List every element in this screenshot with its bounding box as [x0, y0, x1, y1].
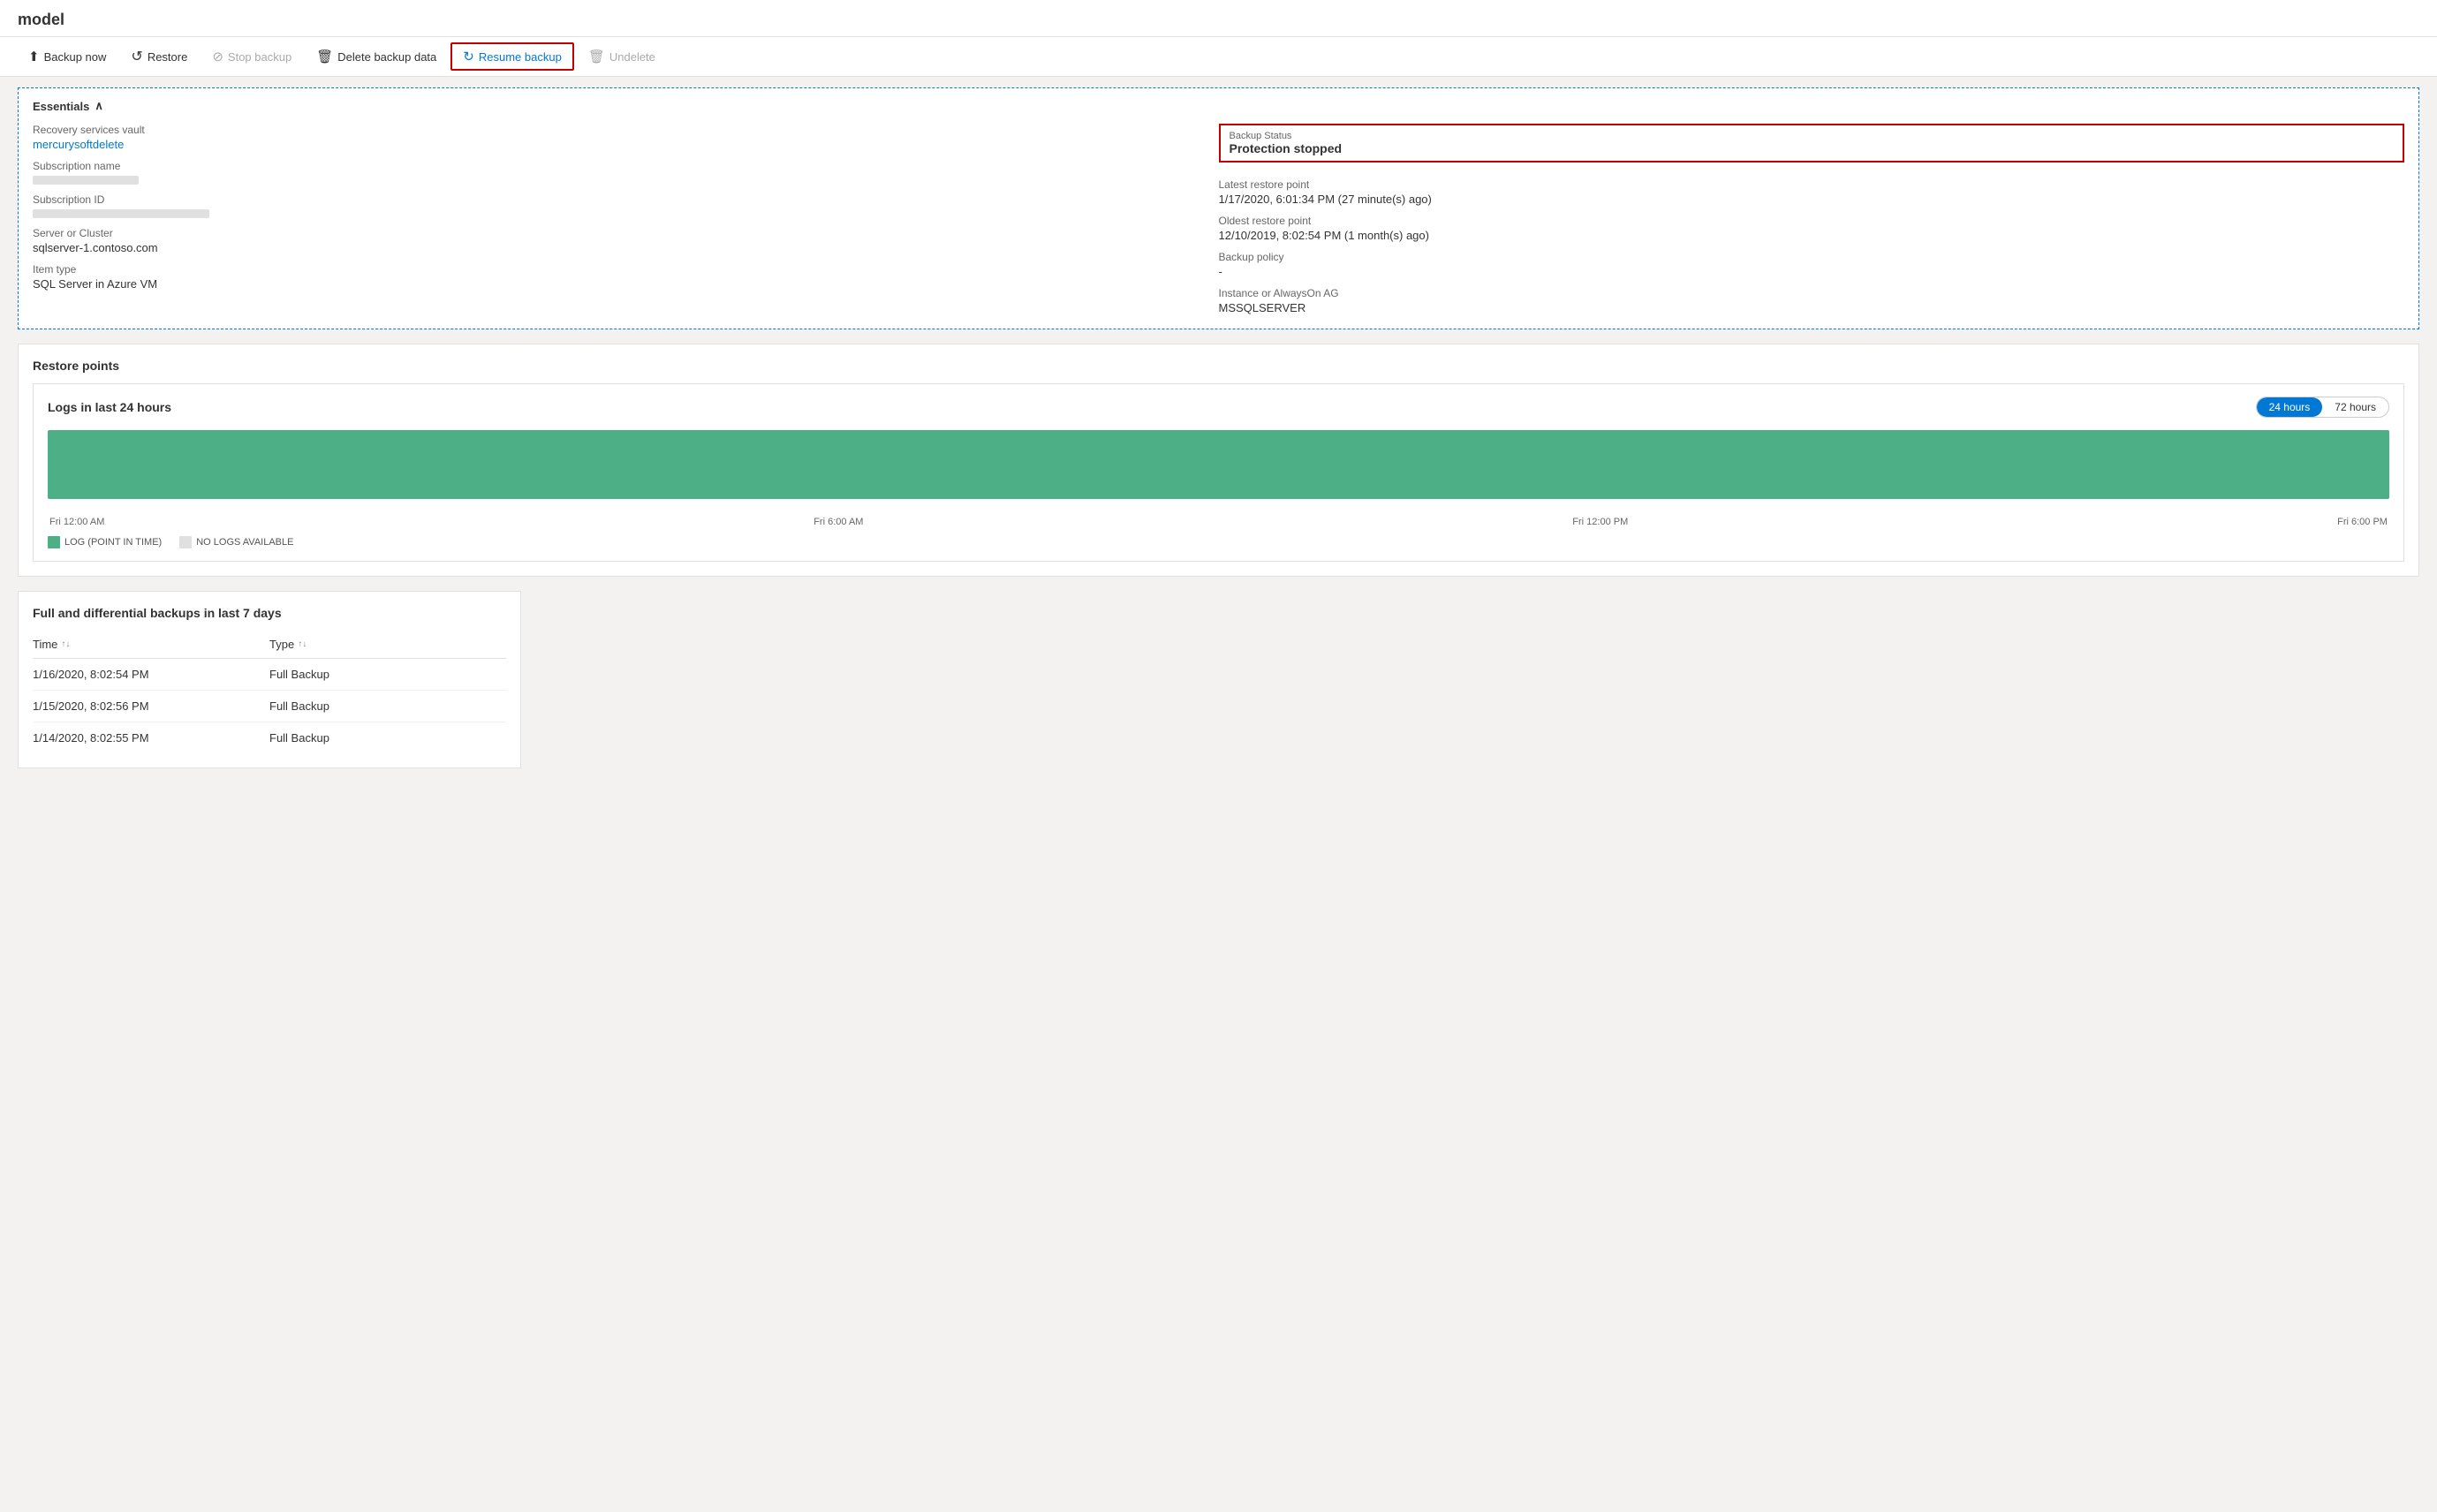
row-0-type: Full Backup	[269, 668, 506, 681]
72-hours-button[interactable]: 72 hours	[2322, 397, 2388, 417]
resume-backup-icon: ↻	[463, 49, 474, 64]
chart-label-2: Fri 12:00 PM	[1572, 517, 1628, 527]
row-2-time: 1/14/2020, 8:02:55 PM	[33, 731, 269, 745]
subscription-name-field: Subscription name	[33, 160, 1219, 185]
row-1-type: Full Backup	[269, 699, 506, 713]
legend-item-log: LOG (POINT IN TIME)	[48, 536, 162, 548]
stop-backup-icon: ⊘	[212, 49, 223, 64]
stop-backup-button[interactable]: ⊘ Stop backup	[201, 44, 302, 69]
legend-color-log	[48, 536, 60, 548]
essentials-section: Essentials ∧ Recovery services vault mer…	[18, 87, 2419, 329]
chart-label-0: Fri 12:00 AM	[49, 517, 104, 527]
table-row: 1/14/2020, 8:02:55 PM Full Backup	[33, 722, 506, 753]
sort-icon-type[interactable]: ↑↓	[298, 639, 307, 649]
col-header-time: Time ↑↓	[33, 638, 269, 651]
chart-label-1: Fri 6:00 AM	[814, 517, 863, 527]
undelete-icon: 🗑	[588, 49, 605, 64]
full-diff-title: Full and differential backups in last 7 …	[33, 606, 506, 620]
subscription-id-field: Subscription ID	[33, 193, 1219, 218]
full-diff-section: Full and differential backups in last 7 …	[18, 591, 521, 768]
chevron-up-icon: ∧	[95, 99, 103, 113]
oldest-restore-field: Oldest restore point 12/10/2019, 8:02:54…	[1219, 215, 2405, 242]
essentials-left: Recovery services vault mercurysoftdelet…	[33, 124, 1219, 314]
resume-backup-button[interactable]: ↻ Resume backup	[450, 42, 574, 71]
undelete-button[interactable]: 🗑 Undelete	[578, 44, 666, 69]
chart-label-3: Fri 6:00 PM	[2337, 517, 2388, 527]
instance-field: Instance or AlwaysOn AG MSSQLSERVER	[1219, 287, 2405, 314]
logs-header: Logs in last 24 hours 24 hours 72 hours	[48, 397, 2389, 418]
backup-now-icon: ⬆	[28, 49, 40, 64]
recovery-vault-link[interactable]: mercurysoftdelete	[33, 138, 1219, 151]
backup-now-button[interactable]: ⬆ Backup now	[18, 44, 117, 69]
24-hours-button[interactable]: 24 hours	[2257, 397, 2323, 417]
server-cluster-field: Server or Cluster sqlserver-1.contoso.co…	[33, 227, 1219, 254]
logs-card: Logs in last 24 hours 24 hours 72 hours …	[33, 383, 2404, 562]
chart-bar	[48, 430, 2389, 499]
table-header: Time ↑↓ Type ↑↓	[33, 631, 506, 659]
col-header-type: Type ↑↓	[269, 638, 506, 651]
row-1-time: 1/15/2020, 8:02:56 PM	[33, 699, 269, 713]
chart-labels: Fri 12:00 AM Fri 6:00 AM Fri 12:00 PM Fr…	[48, 517, 2389, 527]
restore-icon: ↺	[131, 48, 142, 65]
item-type-field: Item type SQL Server in Azure VM	[33, 263, 1219, 291]
recovery-vault-field: Recovery services vault mercurysoftdelet…	[33, 124, 1219, 151]
backup-status-box: Backup Status Protection stopped	[1219, 124, 2405, 163]
subscription-id-placeholder	[33, 209, 209, 218]
main-content: Essentials ∧ Recovery services vault mer…	[0, 87, 2437, 768]
legend-color-nologs	[179, 536, 192, 548]
logs-title: Logs in last 24 hours	[48, 400, 171, 414]
essentials-grid: Recovery services vault mercurysoftdelet…	[33, 124, 2404, 314]
latest-restore-field: Latest restore point 1/17/2020, 6:01:34 …	[1219, 178, 2405, 206]
backup-policy-field: Backup policy -	[1219, 251, 2405, 278]
legend-label-nologs: NO LOGS AVAILABLE	[196, 537, 293, 548]
row-2-type: Full Backup	[269, 731, 506, 745]
restore-points-title: Restore points	[33, 359, 2404, 373]
delete-backup-data-button[interactable]: 🗑 Delete backup data	[306, 44, 447, 69]
table-row: 1/15/2020, 8:02:56 PM Full Backup	[33, 691, 506, 722]
chart-area	[48, 430, 2389, 510]
sort-icon-time[interactable]: ↑↓	[61, 639, 70, 649]
table-row: 1/16/2020, 8:02:54 PM Full Backup	[33, 659, 506, 691]
time-toggle: 24 hours 72 hours	[2256, 397, 2389, 418]
essentials-header: Essentials ∧	[33, 99, 2404, 113]
row-0-time: 1/16/2020, 8:02:54 PM	[33, 668, 269, 681]
essentials-right: Backup Status Protection stopped Latest …	[1219, 124, 2405, 314]
toolbar: ⬆ Backup now ↺ Restore ⊘ Stop backup 🗑 D…	[0, 37, 2437, 77]
restore-points-section: Restore points Logs in last 24 hours 24 …	[18, 344, 2419, 577]
delete-backup-icon: 🗑	[316, 49, 333, 64]
restore-button[interactable]: ↺ Restore	[120, 43, 198, 70]
legend-item-nologs: NO LOGS AVAILABLE	[179, 536, 293, 548]
legend-label-log: LOG (POINT IN TIME)	[64, 537, 162, 548]
subscription-name-placeholder	[33, 176, 139, 185]
page-title: model	[0, 0, 2437, 37]
chart-legend: LOG (POINT IN TIME) NO LOGS AVAILABLE	[48, 536, 2389, 548]
